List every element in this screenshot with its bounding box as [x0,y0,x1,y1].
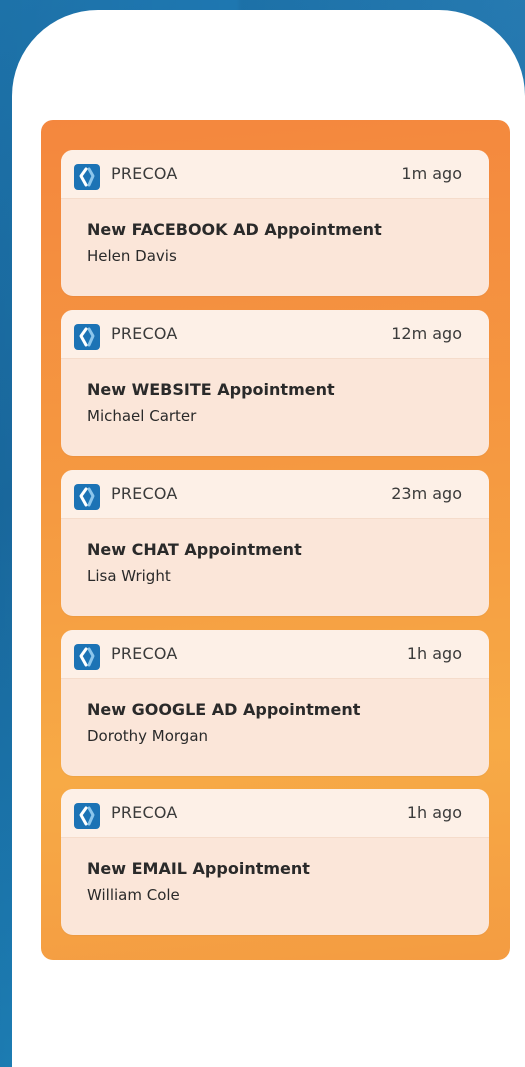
notification-title: New EMAIL Appointment [87,859,310,878]
notification-card[interactable]: PRECOA 1m ago New FACEBOOK AD Appointmen… [61,150,489,296]
notification-title: New FACEBOOK AD Appointment [87,220,382,239]
notification-time: 23m ago [391,484,462,503]
precoa-logo-icon [74,803,100,829]
notification-header: PRECOA 12m ago [61,310,489,359]
precoa-logo-icon [74,324,100,350]
precoa-logo-icon [74,484,100,510]
contact-name: Lisa Wright [87,567,171,585]
app-name: PRECOA [111,324,178,343]
notification-card[interactable]: PRECOA 23m ago New CHAT Appointment Lisa… [61,470,489,616]
notification-header: PRECOA 1m ago [61,150,489,199]
contact-name: Helen Davis [87,247,177,265]
notification-card[interactable]: PRECOA 12m ago New WEBSITE Appointment M… [61,310,489,456]
contact-name: Michael Carter [87,407,197,425]
contact-name: William Cole [87,886,180,904]
notification-title: New CHAT Appointment [87,540,302,559]
notification-header: PRECOA 23m ago [61,470,489,519]
notification-header: PRECOA 1h ago [61,630,489,679]
notification-time: 12m ago [391,324,462,343]
notification-card[interactable]: PRECOA 1h ago New EMAIL Appointment Will… [61,789,489,935]
precoa-logo-icon [74,164,100,190]
notification-time: 1m ago [401,164,462,183]
page-background: PRECOA 1m ago New FACEBOOK AD Appointmen… [0,0,525,1067]
notification-header: PRECOA 1h ago [61,789,489,838]
app-name: PRECOA [111,644,178,663]
notification-card[interactable]: PRECOA 1h ago New GOOGLE AD Appointment … [61,630,489,776]
app-name: PRECOA [111,164,178,183]
notification-time: 1h ago [406,644,462,663]
precoa-logo-icon [74,644,100,670]
contact-name: Dorothy Morgan [87,727,209,745]
notification-title: New GOOGLE AD Appointment [87,700,361,719]
notification-time: 1h ago [406,803,462,822]
app-name: PRECOA [111,803,178,822]
notification-title: New WEBSITE Appointment [87,380,335,399]
app-name: PRECOA [111,484,178,503]
